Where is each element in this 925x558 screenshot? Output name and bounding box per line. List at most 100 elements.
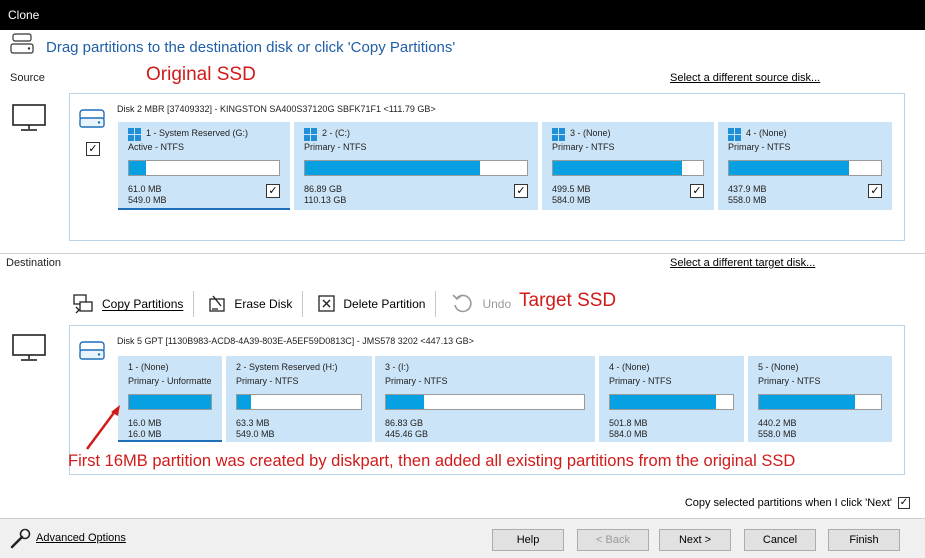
cancel-button[interactable]: Cancel — [744, 529, 816, 551]
partition-type: Primary - NTFS — [758, 376, 821, 386]
partition-usage-bar — [128, 394, 212, 410]
partition-type: Primary - Unformatte — [128, 376, 212, 386]
partition-3[interactable]: 3 - (I:) Primary - NTFS 86.83 GB 445.46 GB — [375, 356, 595, 442]
source-label: Source — [10, 72, 45, 84]
partition-2[interactable]: 2 - (C:) Primary - NTFS 86.89 GB 110.13 GB ✓ — [294, 122, 538, 210]
partition-name: 1 - (None) — [128, 362, 169, 372]
delete-partition-button[interactable]: Delete Partition — [317, 291, 437, 317]
erase-disk-button[interactable]: Erase Disk — [208, 291, 304, 317]
partition-1[interactable]: 1 - (None) Primary - Unformatte 16.0 MB 16.… — [118, 356, 222, 442]
partition-total-size: 549.0 MB — [128, 195, 167, 205]
partition-used-size: 63.3 MB — [236, 418, 270, 428]
header: Drag partitions to the destination disk … — [10, 32, 455, 63]
partition-usage-bar — [385, 394, 585, 410]
section-divider — [0, 253, 925, 254]
partition-name: 1 - System Reserved (G:) — [146, 128, 249, 138]
partition-type: Primary - NTFS — [552, 142, 615, 152]
partition-checkbox[interactable]: ✓ — [514, 184, 528, 198]
destination-disk-icon — [78, 338, 108, 367]
select-source-disk-link[interactable]: Select a different source disk... — [670, 72, 820, 84]
source-disk-checkbox[interactable]: ✓ — [86, 142, 100, 156]
erase-disk-label: Erase Disk — [234, 297, 293, 311]
partition-usage-bar — [758, 394, 882, 410]
partition-total-size: 584.0 MB — [609, 429, 648, 439]
delete-partition-icon — [318, 295, 336, 312]
partition-used-size: 16.0 MB — [128, 418, 162, 428]
partition-total-size: 558.0 MB — [728, 195, 767, 205]
partition-name: 3 - (None) — [570, 128, 611, 138]
partition-usage-bar — [304, 160, 528, 176]
partition-type: Primary - NTFS — [236, 376, 299, 386]
partition-name: 2 - (C:) — [322, 128, 350, 138]
partition-usage-fill — [759, 395, 856, 409]
back-button[interactable]: < Back — [577, 529, 649, 551]
undo-button[interactable]: Undo — [450, 291, 521, 317]
advanced-options-link[interactable]: Advanced Options — [36, 532, 126, 544]
partition-usage-bar — [728, 160, 882, 176]
partition-name: 5 - (None) — [758, 362, 799, 372]
partition-usage-bar — [128, 160, 280, 176]
annotation-arrow — [85, 405, 120, 450]
next-button[interactable]: Next > — [659, 529, 731, 551]
windows-logo-icon — [728, 128, 741, 141]
partition-2[interactable]: 2 - System Reserved (H:) Primary - NTFS 63… — [226, 356, 372, 442]
partition-usage-fill — [610, 395, 716, 409]
partition-used-size: 501.8 MB — [609, 418, 648, 428]
partition-checkbox[interactable]: ✓ — [690, 184, 704, 198]
select-target-disk-link[interactable]: Select a different target disk... — [670, 257, 815, 269]
copy-selected-checkbox[interactable]: ✓ — [898, 497, 910, 509]
destination-annotation: Target SSD — [519, 290, 617, 311]
clone-disk-icon — [10, 32, 40, 63]
partition-usage-bar — [609, 394, 734, 410]
partition-usage-fill — [553, 161, 682, 175]
source-disk-title: Disk 2 MBR [37409332] - KINGSTON SA400S3… — [117, 104, 436, 114]
finish-button[interactable]: Finish — [828, 529, 900, 551]
destination-label: Destination — [6, 257, 62, 269]
partition-name: 4 - (None) — [609, 362, 650, 372]
partition-checkbox[interactable]: ✓ — [266, 184, 280, 198]
copy-partitions-icon — [73, 294, 93, 314]
partition-usage-bar — [552, 160, 704, 176]
partition-total-size: 16.0 MB — [128, 429, 162, 439]
partition-5[interactable]: 5 - (None) Primary - NTFS 440.2 MB 558.0 MB — [748, 356, 892, 442]
partition-used-size: 86.89 GB — [304, 184, 343, 194]
source-disk-icon — [78, 106, 108, 135]
source-monitor-icon — [12, 104, 46, 137]
partition-type: Primary - NTFS — [728, 142, 791, 152]
copy-selected-label: Copy selected partitions when I click 'N… — [684, 497, 892, 509]
delete-partition-label: Delete Partition — [343, 297, 426, 311]
destination-note: First 16MB partition was created by disk… — [68, 452, 796, 470]
partition-3[interactable]: 3 - (None) Primary - NTFS 499.5 MB 584.0 MB… — [542, 122, 714, 210]
advanced-options-icon — [8, 527, 32, 556]
partition-usage-fill — [305, 161, 481, 175]
partition-used-size: 61.0 MB — [128, 184, 162, 194]
undo-icon — [452, 294, 473, 313]
partition-name: 3 - (I:) — [385, 362, 409, 372]
copy-partitions-button[interactable]: Copy Partitions — [72, 291, 195, 317]
partition-name: 2 - System Reserved (H:) — [236, 362, 338, 372]
partition-usage-fill — [129, 161, 146, 175]
window-title: Clone — [0, 0, 925, 30]
partition-4[interactable]: 4 - (None) Primary - NTFS 501.8 MB 584.0 MB — [599, 356, 744, 442]
partition-name: 4 - (None) — [746, 128, 787, 138]
partition-usage-fill — [129, 395, 211, 409]
partition-usage-fill — [237, 395, 251, 409]
partition-used-size: 440.2 MB — [758, 418, 797, 428]
partition-type: Active - NTFS — [128, 142, 185, 152]
partition-used-size: 437.9 MB — [728, 184, 767, 194]
windows-logo-icon — [552, 128, 565, 141]
copy-selected-option[interactable]: Copy selected partitions when I click 'N… — [685, 497, 910, 509]
help-button[interactable]: Help — [492, 529, 564, 551]
partition-checkbox[interactable]: ✓ — [868, 184, 882, 198]
partition-usage-fill — [386, 395, 424, 409]
partition-total-size: 445.46 GB — [385, 429, 429, 439]
partition-total-size: 110.13 GB — [304, 195, 347, 205]
partition-used-size: 499.5 MB — [552, 184, 591, 194]
partition-1[interactable]: 1 - System Reserved (G:) Active - NTFS 61.… — [118, 122, 290, 210]
copy-partitions-label: Copy Partitions — [102, 297, 184, 311]
windows-logo-icon — [304, 128, 317, 141]
partition-total-size: 549.0 MB — [236, 429, 275, 439]
partition-4[interactable]: 4 - (None) Primary - NTFS 437.9 MB 558.0 MB… — [718, 122, 892, 210]
source-annotation: Original SSD — [146, 64, 256, 85]
erase-disk-icon — [209, 295, 226, 312]
